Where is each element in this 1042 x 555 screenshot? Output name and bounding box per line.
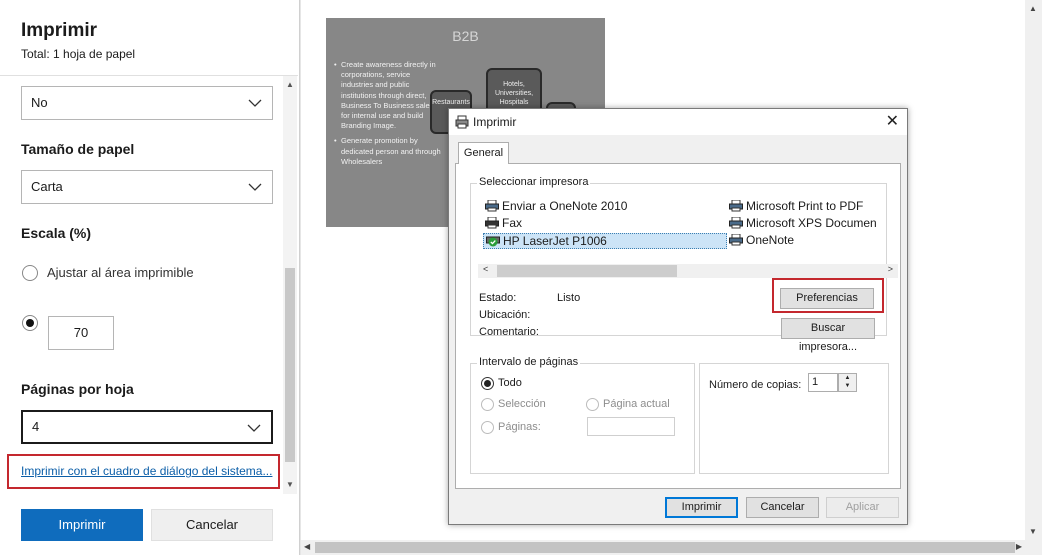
scale-label: Escala (%)	[21, 225, 92, 241]
printer-item[interactable]: OneNote	[729, 233, 794, 247]
cancel-button[interactable]: Cancelar	[151, 509, 273, 541]
range-all-label: Todo	[498, 377, 522, 389]
printer-item-selected[interactable]: HP LaserJet P1006	[483, 233, 727, 249]
copies-spinner[interactable]: ▲ ▼	[838, 373, 857, 392]
range-all-radio[interactable]	[481, 377, 494, 390]
paper-size-select[interactable]: Carta	[21, 170, 273, 204]
location-label: Ubicación:	[479, 309, 531, 321]
printer-name: OneNote	[746, 233, 795, 247]
scroll-thumb[interactable]	[285, 268, 295, 462]
printer-item[interactable]: Enviar a OneNote 2010	[485, 199, 627, 213]
scale-input[interactable]: 70	[48, 316, 114, 350]
divider	[0, 75, 298, 76]
tab-content: Seleccionar impresora Enviar a OneNote 2…	[455, 163, 901, 489]
pages-input[interactable]	[587, 417, 675, 436]
printer-item[interactable]: Fax	[485, 216, 522, 230]
top-option-select[interactable]: No	[21, 86, 273, 120]
printer-icon	[729, 216, 743, 229]
range-selection-label: Selección	[498, 398, 546, 410]
default-printer-check-icon	[486, 235, 500, 247]
copies-group: Número de copias:	[699, 363, 889, 474]
slide-title: B2B	[452, 28, 479, 44]
printer-name: Microsoft XPS Documen	[746, 216, 877, 230]
printer-name: Enviar a OneNote 2010	[502, 199, 628, 213]
chevron-down-icon	[248, 99, 262, 107]
scroll-down-icon[interactable]: ▼	[1028, 527, 1038, 536]
panel-title: Imprimir	[21, 20, 98, 41]
pages-per-sheet-value: 4	[32, 419, 40, 434]
dialog-titlebar: Imprimir ✕	[449, 109, 907, 135]
total-sheets-text: Total: 1 hoja de papel	[21, 47, 136, 61]
find-printer-button[interactable]: Buscar impresora...	[781, 318, 875, 353]
page-range-label: Intervalo de páginas	[477, 356, 581, 368]
close-icon[interactable]: ✕	[886, 111, 899, 131]
copies-input[interactable]: 1	[808, 373, 838, 392]
printer-icon	[485, 199, 499, 212]
printer-icon	[455, 115, 469, 129]
range-pages-radio[interactable]	[481, 421, 494, 434]
printer-icon	[729, 233, 743, 246]
scroll-thumb[interactable]	[497, 265, 677, 277]
paper-size-value: Carta	[31, 179, 63, 194]
scroll-left-icon[interactable]: ◀	[304, 542, 310, 551]
preview-horizontal-scrollbar[interactable]: ◀ ▶	[301, 540, 1042, 555]
top-option-value: No	[31, 95, 48, 110]
preview-vertical-scrollbar[interactable]: ▲ ▼	[1025, 0, 1042, 540]
copies-label: Número de copias:	[709, 379, 802, 391]
printer-name: Fax	[502, 216, 523, 230]
printer-item[interactable]: Microsoft XPS Documen	[729, 216, 877, 230]
dialog-title: Imprimir	[473, 115, 517, 129]
scroll-up-icon[interactable]: ▲	[285, 80, 295, 90]
scroll-right-icon[interactable]: ▶	[1016, 542, 1022, 551]
range-pages-label: Páginas:	[498, 421, 541, 433]
paper-size-label: Tamaño de papel	[21, 141, 135, 157]
slide-bullet: Create awareness directly in corporation…	[334, 60, 444, 131]
page-range-group: Intervalo de páginas Todo Selección Pági…	[470, 356, 695, 474]
select-printer-group: Seleccionar impresora Enviar a OneNote 2…	[470, 176, 898, 353]
slide-bullets: Create awareness directly in corporation…	[334, 60, 444, 172]
dialog-print-button[interactable]: Imprimir	[665, 497, 738, 518]
printer-icon	[729, 199, 743, 212]
slide-bullet: Generate promotion by dedicated person a…	[334, 136, 444, 167]
print-dialog: Imprimir ✕ General Seleccionar impresora…	[448, 108, 908, 525]
pages-per-sheet-select[interactable]: 4	[21, 410, 273, 444]
printer-name: HP LaserJet P1006	[503, 234, 607, 248]
spin-up-icon[interactable]: ▲	[839, 374, 856, 382]
dialog-apply-button[interactable]: Aplicar	[826, 497, 899, 518]
custom-scale-radio[interactable]	[22, 315, 38, 331]
status-label: Estado:	[479, 292, 517, 304]
scroll-down-icon[interactable]: ▼	[285, 480, 295, 490]
range-current-radio[interactable]	[586, 398, 599, 411]
print-button[interactable]: Imprimir	[21, 509, 143, 541]
chevron-down-icon	[248, 183, 262, 191]
range-current-label: Página actual	[603, 398, 670, 410]
select-printer-label: Seleccionar impresora	[477, 176, 591, 188]
tab-general[interactable]: General	[458, 142, 509, 164]
range-selection-radio[interactable]	[481, 398, 494, 411]
status-value: Listo	[557, 292, 581, 304]
scroll-right-icon[interactable]: >	[888, 264, 893, 274]
scroll-thumb[interactable]	[315, 542, 1015, 553]
comment-label: Comentario:	[479, 326, 539, 338]
highlight-box	[772, 278, 884, 313]
dialog-cancel-button[interactable]: Cancelar	[746, 497, 819, 518]
printer-item[interactable]: Microsoft Print to PDF	[729, 199, 863, 213]
spin-down-icon[interactable]: ▼	[839, 382, 856, 390]
panel-scrollbar[interactable]: ▲ ▼	[283, 76, 297, 494]
pages-per-sheet-label: Páginas por hoja	[21, 381, 134, 397]
fit-printable-label: Ajustar al área imprimible	[47, 265, 194, 280]
printer-name: Microsoft Print to PDF	[746, 199, 864, 213]
printer-list-scrollbar[interactable]: < >	[478, 264, 898, 278]
scroll-left-icon[interactable]: <	[483, 264, 488, 274]
chevron-down-icon	[247, 424, 261, 432]
fax-icon	[485, 216, 499, 229]
highlight-box	[7, 454, 280, 489]
fit-printable-radio[interactable]	[22, 265, 38, 281]
scroll-up-icon[interactable]: ▲	[1028, 4, 1038, 13]
